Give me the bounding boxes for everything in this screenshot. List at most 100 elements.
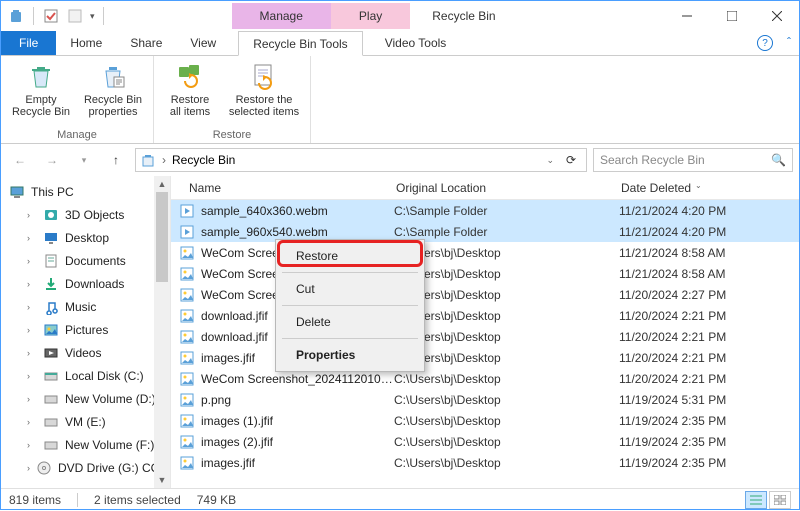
file-original-location: C:\Users\bj\Desktop bbox=[394, 330, 619, 344]
file-row[interactable]: images (1).jfifC:\Users\bj\Desktop11/19/… bbox=[171, 410, 799, 431]
address-field[interactable]: › Recycle Bin ⌄ ⟳ bbox=[135, 148, 587, 172]
nav-item[interactable]: ›Downloads bbox=[1, 272, 170, 295]
file-icon bbox=[179, 455, 195, 471]
restore-all-button[interactable]: Restore all items bbox=[164, 60, 216, 127]
nav-item-label: Local Disk (C:) bbox=[65, 369, 144, 383]
nav-item[interactable]: ›Music bbox=[1, 295, 170, 318]
ctx-restore[interactable]: Restore bbox=[278, 242, 422, 270]
restore-selected-button[interactable]: Restore the selected items bbox=[228, 60, 300, 127]
scroll-down-icon[interactable]: ▼ bbox=[154, 472, 170, 488]
file-name: WeCom Screenshot_202411201014... bbox=[201, 372, 394, 386]
search-placeholder: Search Recycle Bin bbox=[600, 153, 705, 167]
ctx-cut[interactable]: Cut bbox=[278, 275, 422, 303]
file-row[interactable]: images.jfifC:\Users\bj\Desktop11/20/2024… bbox=[171, 347, 799, 368]
file-row[interactable]: download.jfifC:\Users\bj\Desktop11/20/20… bbox=[171, 326, 799, 347]
qat-dropdown-icon[interactable]: ▾ bbox=[90, 11, 95, 22]
file-original-location: C:\Users\bj\Desktop bbox=[394, 393, 619, 407]
nav-item[interactable]: ›Pictures bbox=[1, 318, 170, 341]
file-date-deleted: 11/20/2024 2:27 PM bbox=[619, 288, 799, 302]
file-original-location: C:\Users\bj\Desktop bbox=[394, 372, 619, 386]
file-date-deleted: 11/21/2024 8:58 AM bbox=[619, 246, 799, 260]
help-button[interactable]: ? bbox=[757, 35, 773, 51]
file-row[interactable]: WeCom Screenshot_202411201427...C:\Users… bbox=[171, 284, 799, 305]
nav-item[interactable]: ›New Volume (F:) bbox=[1, 433, 170, 456]
refresh-button[interactable]: ⟳ bbox=[560, 153, 582, 167]
dvd-icon bbox=[36, 460, 52, 476]
address-dropdown-icon[interactable]: ⌄ bbox=[546, 155, 554, 166]
ribbon-collapse-icon[interactable]: ˆ bbox=[787, 35, 791, 49]
tab-file[interactable]: File bbox=[1, 31, 56, 55]
qat-checkbox-icon[interactable] bbox=[42, 7, 60, 25]
nav-item[interactable]: ›DVD Drive (G:) CCC bbox=[1, 456, 170, 479]
nav-item-label: Documents bbox=[65, 254, 126, 268]
column-header-date-deleted[interactable]: Date Deleted⌄ bbox=[621, 181, 799, 195]
search-input[interactable]: Search Recycle Bin 🔍 bbox=[593, 148, 793, 172]
nav-item[interactable]: ›3D Objects bbox=[1, 203, 170, 226]
nav-scrollbar[interactable]: ▲ ▼ bbox=[154, 176, 170, 488]
titlebar: ▾ Manage Play Recycle Bin bbox=[1, 1, 799, 31]
maximize-button[interactable] bbox=[709, 1, 754, 31]
nav-item[interactable]: ›Desktop bbox=[1, 226, 170, 249]
nav-item-label: This PC bbox=[31, 185, 74, 199]
file-row[interactable]: WeCom Screenshot_202411210858...C:\Users… bbox=[171, 263, 799, 284]
context-tab-manage[interactable]: Manage bbox=[232, 3, 331, 29]
address-bar: ← → ▾ ↑ › Recycle Bin ⌄ ⟳ Search Recycle… bbox=[1, 144, 799, 176]
file-date-deleted: 11/19/2024 2:35 PM bbox=[619, 414, 799, 428]
tab-home[interactable]: Home bbox=[56, 31, 116, 55]
nav-item[interactable]: ›Local Disk (C:) bbox=[1, 364, 170, 387]
file-row[interactable]: WeCom Screenshot_202411201014...C:\Users… bbox=[171, 368, 799, 389]
ribbon: Empty Recycle Bin Recycle Bin properties… bbox=[1, 56, 799, 144]
ctx-delete[interactable]: Delete bbox=[278, 308, 422, 336]
file-row[interactable]: download.jfifC:\Users\bj\Desktop11/20/20… bbox=[171, 305, 799, 326]
nav-back-button[interactable]: ← bbox=[7, 147, 33, 173]
nav-up-button[interactable]: ↑ bbox=[103, 147, 129, 173]
nav-item-label: Pictures bbox=[65, 323, 108, 337]
file-original-location: C:\Users\bj\Desktop bbox=[394, 267, 619, 281]
sort-indicator-icon: ⌄ bbox=[695, 181, 702, 190]
qat-divider bbox=[33, 7, 34, 25]
quick-access-toolbar: ▾ bbox=[1, 7, 112, 25]
docs-icon bbox=[43, 253, 59, 269]
context-tab-play[interactable]: Play bbox=[331, 3, 410, 29]
nav-item[interactable]: ›New Volume (D:) bbox=[1, 387, 170, 410]
downloads-icon bbox=[43, 276, 59, 292]
tab-share[interactable]: Share bbox=[116, 31, 176, 55]
column-header-name[interactable]: Name bbox=[171, 181, 396, 195]
nav-item[interactable]: ⌄This PC bbox=[1, 180, 170, 203]
breadcrumb-separator[interactable]: › bbox=[162, 153, 166, 167]
recycle-bin-properties-button[interactable]: Recycle Bin properties bbox=[83, 60, 143, 127]
file-row[interactable]: images.jfifC:\Users\bj\Desktop11/19/2024… bbox=[171, 452, 799, 473]
empty-recycle-bin-button[interactable]: Empty Recycle Bin bbox=[11, 60, 71, 127]
ctx-properties[interactable]: Properties bbox=[278, 341, 422, 369]
nav-item[interactable]: ›Documents bbox=[1, 249, 170, 272]
qat-color-swatch[interactable] bbox=[66, 7, 84, 25]
file-row[interactable]: sample_960x540.webmC:\Sample Folder11/21… bbox=[171, 221, 799, 242]
nav-item-label: Videos bbox=[65, 346, 101, 360]
file-row[interactable]: WeCom Screenshot_202411210858...C:\Users… bbox=[171, 242, 799, 263]
file-row[interactable]: p.pngC:\Users\bj\Desktop11/19/2024 5:31 … bbox=[171, 389, 799, 410]
nav-item[interactable]: ›Videos bbox=[1, 341, 170, 364]
tab-video-tools[interactable]: Video Tools bbox=[371, 31, 461, 55]
nav-forward-button[interactable]: → bbox=[39, 147, 65, 173]
tab-recycle-bin-tools[interactable]: Recycle Bin Tools bbox=[238, 31, 363, 56]
file-original-location: C:\Sample Folder bbox=[394, 225, 619, 239]
tab-view[interactable]: View bbox=[176, 31, 230, 55]
file-row[interactable]: sample_640x360.webmC:\Sample Folder11/21… bbox=[171, 200, 799, 221]
nav-item[interactable]: ›VM (E:) bbox=[1, 410, 170, 433]
file-original-location: C:\Users\bj\Desktop bbox=[394, 414, 619, 428]
view-details-button[interactable] bbox=[745, 491, 767, 509]
videos-icon bbox=[43, 345, 59, 361]
ribbon-tabs: File Home Share View Recycle Bin Tools V… bbox=[1, 31, 799, 56]
breadcrumb-item[interactable]: Recycle Bin bbox=[172, 153, 235, 167]
minimize-button[interactable] bbox=[664, 1, 709, 31]
scroll-up-icon[interactable]: ▲ bbox=[154, 176, 170, 192]
file-original-location: C:\Users\bj\Desktop bbox=[394, 288, 619, 302]
column-header-original-location[interactable]: Original Location bbox=[396, 181, 621, 195]
close-button[interactable] bbox=[754, 1, 799, 31]
scroll-thumb[interactable] bbox=[156, 192, 168, 282]
file-row[interactable]: images (2).jfifC:\Users\bj\Desktop11/19/… bbox=[171, 431, 799, 452]
view-thumbnails-button[interactable] bbox=[769, 491, 791, 509]
window-controls bbox=[664, 1, 799, 31]
nav-history-dropdown[interactable]: ▾ bbox=[71, 147, 97, 173]
file-date-deleted: 11/19/2024 2:35 PM bbox=[619, 435, 799, 449]
